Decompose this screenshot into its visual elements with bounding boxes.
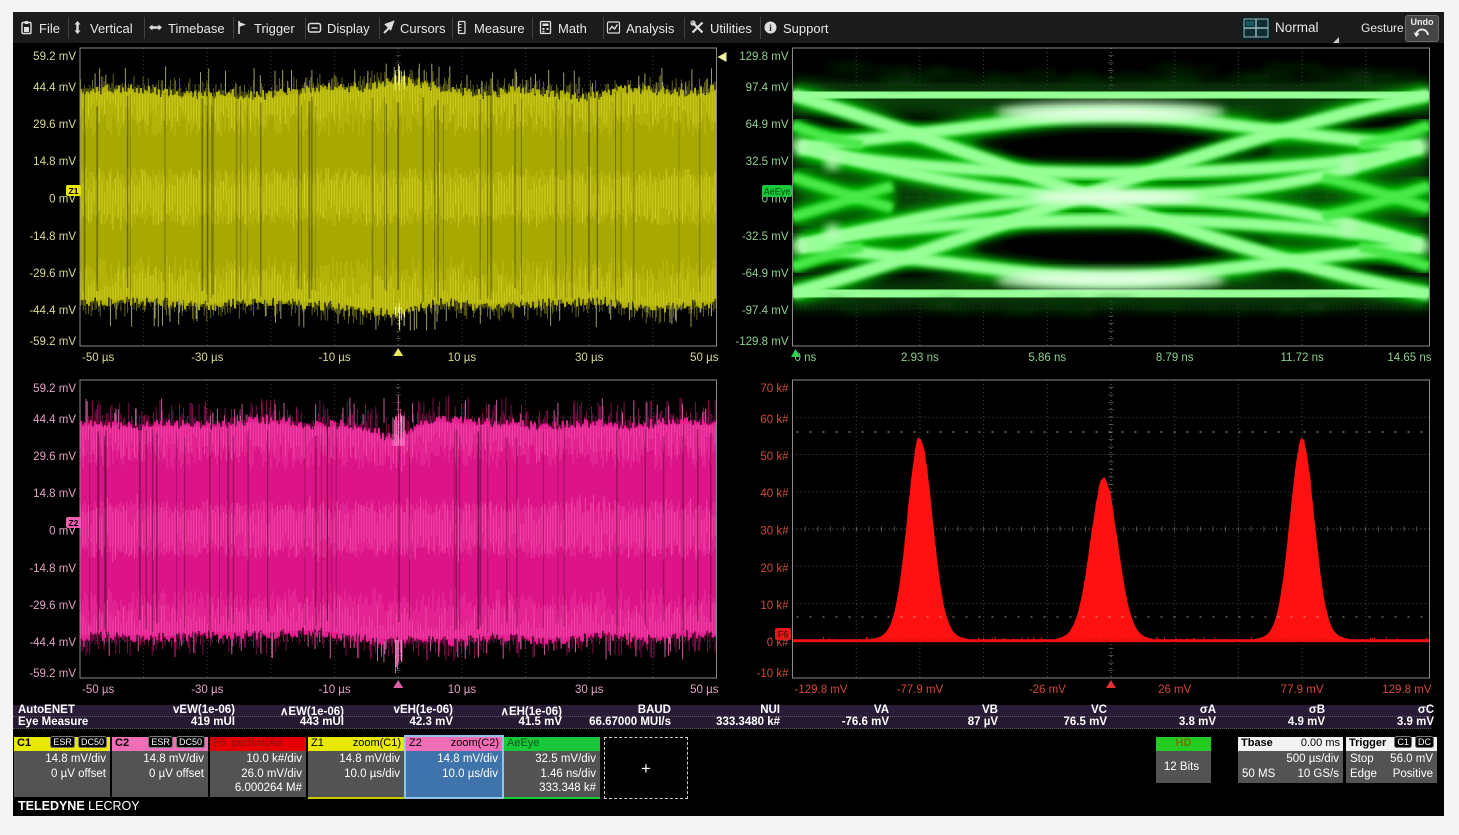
svg-text:59.2 mV: 59.2 mV	[33, 51, 76, 63]
svg-text:8.79 ns: 8.79 ns	[1156, 352, 1194, 364]
svg-text:-129.8 mV: -129.8 mV	[735, 336, 788, 348]
svg-text:-59.2 mV: -59.2 mV	[29, 336, 76, 348]
svg-text:60 k#: 60 k#	[760, 414, 789, 426]
svg-text:29.6 mV: 29.6 mV	[33, 119, 76, 131]
svg-text:5.86 ns: 5.86 ns	[1028, 352, 1066, 364]
svg-text:-97.4 mV: -97.4 mV	[742, 305, 789, 317]
svg-text:29.6 mV: 29.6 mV	[33, 451, 76, 463]
svg-text:10 k#: 10 k#	[760, 600, 789, 612]
svg-text:F6: F6	[778, 630, 789, 640]
svg-text:-14.8 mV: -14.8 mV	[29, 231, 76, 243]
svg-text:32.5 mV: 32.5 mV	[746, 156, 789, 168]
svg-text:-29.6 mV: -29.6 mV	[29, 268, 76, 280]
svg-text:97.4 mV: 97.4 mV	[746, 82, 789, 94]
svg-text:-30 µs: -30 µs	[191, 684, 223, 696]
svg-text:20 k#: 20 k#	[760, 563, 789, 575]
svg-text:50 k#: 50 k#	[760, 451, 789, 463]
svg-text:Z1: Z1	[69, 186, 79, 196]
svg-text:59.2 mV: 59.2 mV	[33, 383, 76, 395]
svg-text:-44.4 mV: -44.4 mV	[29, 637, 76, 649]
svg-text:44.4 mV: 44.4 mV	[33, 82, 76, 94]
svg-text:30 µs: 30 µs	[575, 352, 604, 364]
svg-text:-50 µs: -50 µs	[82, 352, 114, 364]
svg-text:40 k#: 40 k#	[760, 488, 789, 500]
svg-text:-64.9 mV: -64.9 mV	[742, 268, 789, 280]
svg-text:14.65 ns: 14.65 ns	[1387, 352, 1431, 364]
svg-text:-59.2 mV: -59.2 mV	[29, 668, 76, 680]
svg-text:-10 µs: -10 µs	[318, 352, 350, 364]
svg-text:-44.4 mV: -44.4 mV	[29, 305, 76, 317]
svg-text:26 mV: 26 mV	[1158, 684, 1192, 696]
svg-text:2.93 ns: 2.93 ns	[901, 352, 939, 364]
svg-text:10 µs: 10 µs	[448, 684, 477, 696]
svg-text:-14.8 mV: -14.8 mV	[29, 563, 76, 575]
svg-text:10 µs: 10 µs	[448, 352, 477, 364]
svg-text:70 k#: 70 k#	[760, 383, 789, 395]
svg-text:50 µs: 50 µs	[690, 684, 719, 696]
svg-text:-10 k#: -10 k#	[757, 668, 790, 680]
svg-text:-32.5 mV: -32.5 mV	[742, 231, 789, 243]
svg-text:-29.6 mV: -29.6 mV	[29, 600, 76, 612]
svg-text:-77.9 mV: -77.9 mV	[897, 684, 944, 696]
svg-text:11.72 ns: 11.72 ns	[1280, 352, 1324, 364]
svg-text:-30 µs: -30 µs	[191, 352, 223, 364]
svg-text:64.9 mV: 64.9 mV	[746, 119, 789, 131]
svg-text:-10 µs: -10 µs	[318, 684, 350, 696]
svg-text:AeEye: AeEye	[764, 187, 791, 197]
svg-text:129.8 mV: 129.8 mV	[1382, 684, 1432, 696]
svg-text:-50 µs: -50 µs	[82, 684, 114, 696]
svg-text:-26 mV: -26 mV	[1029, 684, 1066, 696]
svg-text:30 µs: 30 µs	[575, 684, 604, 696]
svg-text:50 µs: 50 µs	[690, 352, 719, 364]
svg-text:-129.8 mV: -129.8 mV	[795, 684, 848, 696]
svg-text:30 k#: 30 k#	[760, 526, 789, 538]
svg-text:Z2: Z2	[69, 518, 79, 528]
svg-text:129.8 mV: 129.8 mV	[739, 51, 789, 63]
svg-text:77.9 mV: 77.9 mV	[1281, 684, 1324, 696]
svg-text:14.8 mV: 14.8 mV	[33, 488, 76, 500]
svg-text:44.4 mV: 44.4 mV	[33, 414, 76, 426]
svg-text:14.8 mV: 14.8 mV	[33, 156, 76, 168]
